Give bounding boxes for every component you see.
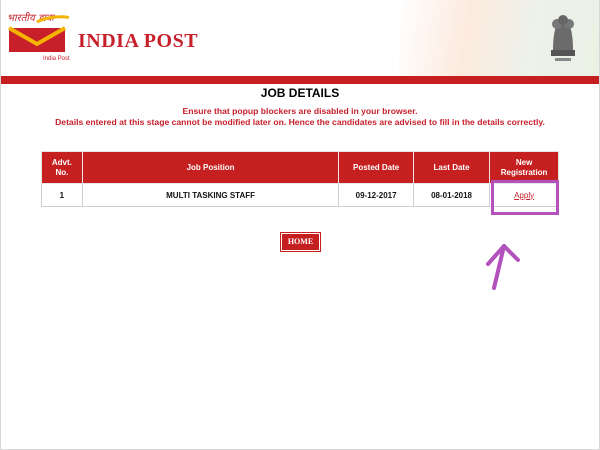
arrow-annotation-icon xyxy=(486,244,520,290)
home-button[interactable]: HOME xyxy=(280,232,321,252)
notice-line-1: Ensure that popup blockers are disabled … xyxy=(182,106,418,116)
header-red-bar xyxy=(1,76,599,84)
column-label: New Registration xyxy=(500,157,548,177)
logo-subtext: India Post xyxy=(43,56,70,62)
site-header: भारतीय डाक India Post INDIA POST xyxy=(1,0,599,76)
table-header-row: Advt. No. Job Position Posted Date Last … xyxy=(41,151,559,184)
column-header-job-position: Job Position xyxy=(81,151,340,184)
cell-posted-date: 09-12-2017 xyxy=(338,183,414,207)
page-title: JOB DETAILS xyxy=(260,86,340,100)
brand-name: INDIA POST xyxy=(78,30,199,52)
cell-advt-no: 1 xyxy=(41,183,83,207)
column-header-advt-no: Advt. No. xyxy=(41,151,83,184)
cell-last-date: 08-01-2018 xyxy=(412,183,491,207)
column-label: Advt. No. xyxy=(51,157,72,177)
column-label: Posted Date xyxy=(352,162,400,172)
column-label: Job Position xyxy=(186,162,235,172)
column-header-posted-date: Posted Date xyxy=(338,151,414,184)
column-label: Last Date xyxy=(433,162,470,172)
column-header-new-registration: New Registration xyxy=(489,151,559,184)
notice-text: Ensure that popup blockers are disabled … xyxy=(0,106,600,128)
notice-line-2: Details entered at this stage cannot be … xyxy=(55,117,545,127)
india-post-logo[interactable] xyxy=(7,14,69,54)
state-emblem-icon xyxy=(551,15,575,61)
job-details-table: Advt. No. Job Position Posted Date Last … xyxy=(41,151,559,207)
apply-highlight-box xyxy=(491,180,559,215)
table-row: 1 MULTI TASKING STAFF 09-12-2017 08-01-2… xyxy=(41,183,559,207)
cell-job-position: MULTI TASKING STAFF xyxy=(81,183,340,207)
column-header-last-date: Last Date xyxy=(412,151,491,184)
